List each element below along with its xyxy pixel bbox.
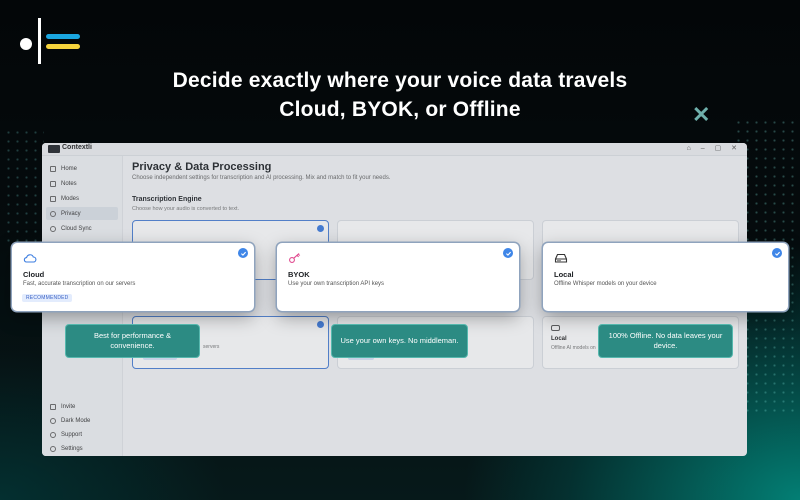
option-title: BYOK	[288, 270, 310, 279]
decorative-dot-grid-left	[4, 128, 44, 248]
option-title: Cloud	[23, 270, 45, 279]
option-description: Offline Whisper models on your device	[554, 281, 657, 287]
cloud-icon	[23, 254, 37, 263]
cloud-option-card[interactable]: Cloud Fast, accurate transcription on ou…	[12, 243, 254, 311]
local-tooltip: 100% Offline. No data leaves your device…	[598, 324, 733, 358]
option-description: Fast, accurate transcription on our serv…	[23, 281, 136, 287]
local-option-card[interactable]: Local Offline Whisper models on your dev…	[543, 243, 788, 311]
selected-check-icon	[238, 248, 248, 258]
key-icon	[289, 253, 301, 263]
hard-drive-icon	[554, 253, 568, 263]
option-title: Local	[554, 270, 574, 279]
headline-line-1: Decide exactly where your voice data tra…	[172, 69, 628, 92]
headline-line-2: Cloud, BYOK, or Offline	[279, 98, 521, 121]
headline: Decide exactly where your voice data tra…	[0, 66, 800, 124]
selected-check-icon	[503, 248, 513, 258]
recommended-badge: RECOMMENDED	[22, 294, 73, 302]
byok-option-card[interactable]: BYOK Use your own transcription API keys	[277, 243, 519, 311]
option-description: Use your own transcription API keys	[288, 281, 385, 287]
brand-logo	[18, 18, 82, 64]
byok-tooltip: Use your own keys. No middleman.	[331, 324, 468, 358]
close-icon: ✕	[692, 102, 711, 127]
cloud-tooltip: Best for performance & convenience.	[65, 324, 200, 358]
selected-check-icon	[772, 248, 782, 258]
